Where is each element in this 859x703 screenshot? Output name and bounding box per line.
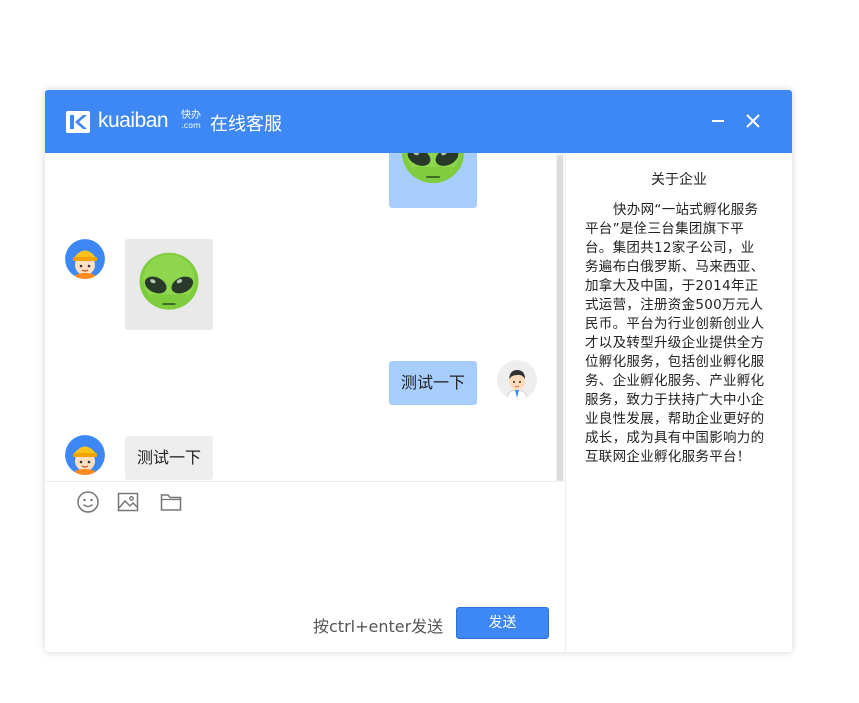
about-title: 关于企业 (651, 172, 707, 188)
kuaiban-logo-icon (66, 111, 90, 133)
alien-emoji-icon (131, 247, 207, 323)
image-icon[interactable] (116, 490, 140, 514)
close-icon (746, 114, 760, 128)
about-body: 快办网“一站式孵化服务平台”是佺三台集团旗下平台。集团共12家子公司，业务遍布白… (585, 202, 765, 465)
my-text-message[interactable]: 测试一下 (389, 361, 478, 405)
folder-icon[interactable] (159, 490, 183, 514)
my-image-message[interactable] (389, 153, 477, 208)
brand-mark: 快办 .com (180, 110, 202, 130)
brand-name: kuaiban (98, 109, 169, 132)
send-button[interactable]: 发送 (456, 607, 549, 639)
composer-divider (45, 481, 565, 482)
message-scrollbar[interactable] (556, 153, 564, 482)
minimize-button[interactable] (707, 110, 729, 132)
message-input[interactable] (45, 520, 569, 609)
about-panel: 关于企业 快办网“一站式孵化服务平台”是佺三台集团旗下平台。集团共12家子公司，… (566, 153, 792, 652)
agent-text-message[interactable]: 测试一下 (125, 436, 214, 480)
agent-avatar (65, 435, 105, 475)
agent-image-message[interactable] (125, 239, 213, 330)
send-hint: 按ctrl+enter发送 (313, 617, 444, 636)
alien-emoji-icon (393, 153, 473, 197)
my-avatar (497, 360, 537, 400)
minimize-icon (712, 120, 724, 122)
message-list[interactable]: 测试一下 测试一下 (45, 153, 565, 482)
agent-avatar (65, 239, 105, 279)
window-title: 在线客服 (210, 114, 282, 135)
close-button[interactable] (742, 110, 764, 132)
brand-cn: 快办 (181, 110, 201, 121)
chat-window: kuaiban 快办 .com 在线客服 测试一下 测试一下 按ctrl+ent… (45, 90, 792, 652)
smiley-icon[interactable] (76, 490, 100, 514)
brand-domain: .com (181, 121, 201, 130)
title-bar: kuaiban 快办 .com 在线客服 (45, 90, 792, 153)
scrollbar-thumb[interactable] (557, 155, 563, 481)
